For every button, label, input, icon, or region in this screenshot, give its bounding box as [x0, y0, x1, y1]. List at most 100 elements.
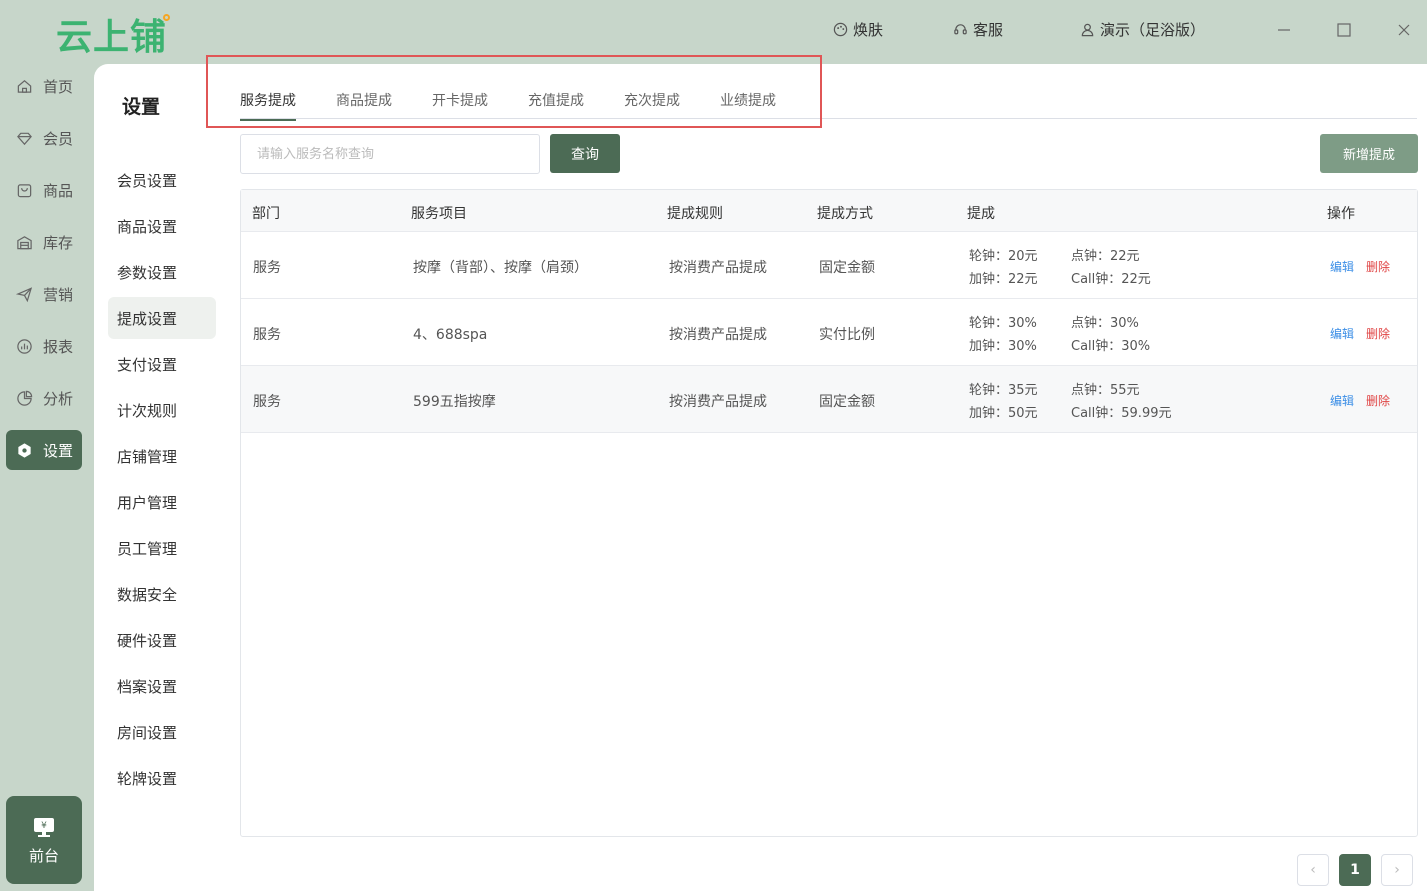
settings-item[interactable]: 用户管理: [108, 481, 216, 523]
nav-item-products[interactable]: 商品: [6, 170, 82, 210]
table-header: 部门 服务项目 提成规则 提成方式 提成 操作: [241, 190, 1417, 232]
maximize-icon: [1337, 23, 1351, 37]
cell-mode: 固定金额: [819, 394, 875, 410]
highlight-box: [206, 55, 822, 128]
settings-item-active[interactable]: 提成设置: [108, 297, 216, 339]
nav-item-marketing[interactable]: 营销: [6, 274, 82, 314]
nav-label: 分析: [43, 389, 74, 408]
nav-label: 首页: [43, 77, 74, 96]
bag-icon: [17, 183, 32, 197]
nav-item-inventory[interactable]: 库存: [6, 222, 82, 262]
gear-icon: [18, 442, 31, 458]
send-icon: [16, 286, 33, 302]
cell-rule: 按消费产品提成: [669, 260, 767, 276]
settings-item[interactable]: 参数设置: [108, 251, 216, 293]
nav-item-reports[interactable]: 报表: [6, 326, 82, 366]
close-icon: [1398, 24, 1410, 36]
cell-commission: 点钟：22元: [1071, 249, 1140, 264]
cell-mode: 实付比例: [819, 327, 875, 343]
nav-label: 报表: [43, 337, 74, 356]
skin-button[interactable]: 焕肤: [833, 19, 883, 40]
nav-label: 设置: [43, 441, 74, 460]
table-row: 服务 4、688spa 按消费产品提成 实付比例 轮钟：30% 点钟：30% 加…: [241, 299, 1417, 366]
edit-link[interactable]: 编辑: [1330, 258, 1354, 275]
minimize-button[interactable]: [1272, 18, 1296, 42]
nav-label: 商品: [43, 181, 74, 200]
palette-icon: [833, 22, 848, 37]
cell-commission: 轮钟：35元: [969, 383, 1038, 398]
logo-dot: [163, 14, 170, 21]
service-label: 客服: [973, 21, 1004, 39]
minimize-icon: [1278, 29, 1290, 31]
edit-link[interactable]: 编辑: [1330, 392, 1354, 409]
close-button[interactable]: [1392, 18, 1416, 42]
cashier-monitor-icon: ¥: [34, 817, 54, 837]
cell-item: 599五指按摩: [413, 394, 496, 410]
settings-item[interactable]: 支付设置: [108, 343, 216, 385]
settings-item[interactable]: 轮牌设置: [108, 757, 216, 799]
user-label: 演示（足浴版）: [1100, 21, 1206, 39]
home-icon: [17, 79, 32, 93]
cell-item: 按摩（背部）、按摩（肩颈）: [413, 260, 588, 276]
add-commission-button[interactable]: 新增提成: [1320, 134, 1418, 173]
app-logo: 云上铺: [56, 17, 168, 58]
cell-commission: 加钟：30%: [969, 339, 1037, 354]
cell-dept: 服务: [253, 327, 281, 343]
skin-label: 焕肤: [853, 21, 884, 39]
settings-item[interactable]: 会员设置: [108, 159, 216, 201]
nav-item-members[interactable]: 会员: [6, 118, 82, 158]
nav-label: 会员: [43, 129, 74, 148]
settings-item[interactable]: 计次规则: [108, 389, 216, 431]
cell-commission: 轮钟：30%: [969, 316, 1037, 331]
prev-page-button[interactable]: ‹: [1297, 854, 1329, 886]
cell-commission: 加钟：22元: [969, 272, 1038, 287]
delete-link[interactable]: 删除: [1366, 258, 1390, 275]
main-nav: 首页 会员 商品 库存 营销 报表 分析 设置 ¥ 前台: [0, 64, 94, 891]
delete-link[interactable]: 删除: [1366, 392, 1390, 409]
diamond-icon: [17, 132, 32, 145]
settings-item[interactable]: 档案设置: [108, 665, 216, 707]
edit-link[interactable]: 编辑: [1330, 325, 1354, 342]
settings-item[interactable]: 员工管理: [108, 527, 216, 569]
header-mode: 提成方式: [817, 206, 873, 222]
maximize-button[interactable]: [1332, 18, 1356, 42]
next-page-button[interactable]: ›: [1381, 854, 1413, 886]
cell-commission: Call钟：59.99元: [1071, 406, 1172, 421]
header-commission: 提成: [967, 206, 995, 222]
header-dept: 部门: [252, 206, 280, 222]
settings-item[interactable]: 店铺管理: [108, 435, 216, 477]
cell-item: 4、688spa: [413, 327, 488, 343]
cell-commission: 加钟：50元: [969, 406, 1038, 421]
cell-commission: 轮钟：20元: [969, 249, 1038, 264]
front-desk-button[interactable]: ¥ 前台: [6, 796, 82, 884]
nav-item-analysis[interactable]: 分析: [6, 378, 82, 418]
table-row: 服务 599五指按摩 按消费产品提成 固定金额 轮钟：35元 点钟：55元 加钟…: [241, 366, 1417, 433]
user-icon: [1081, 23, 1094, 37]
service-button[interactable]: 客服: [953, 19, 1003, 40]
nav-item-settings[interactable]: 设置: [6, 430, 82, 470]
cell-mode: 固定金额: [819, 260, 875, 276]
commission-table: 部门 服务项目 提成规则 提成方式 提成 操作 服务 按摩（背部）、按摩（肩颈）…: [240, 189, 1418, 837]
main-panel: 设置 会员设置 商品设置 参数设置 提成设置 支付设置 计次规则 店铺管理 用户…: [94, 55, 1427, 891]
nav-item-home[interactable]: 首页: [6, 66, 82, 106]
warehouse-icon: [17, 235, 32, 249]
cell-commission: 点钟：30%: [1071, 316, 1139, 331]
query-button[interactable]: 查询: [550, 134, 620, 173]
cell-dept: 服务: [253, 394, 281, 410]
delete-link[interactable]: 删除: [1366, 325, 1390, 342]
cell-commission: Call钟：30%: [1071, 339, 1151, 354]
header-item: 服务项目: [411, 206, 467, 222]
cell-dept: 服务: [253, 260, 281, 276]
settings-item[interactable]: 硬件设置: [108, 619, 216, 661]
settings-item[interactable]: 数据安全: [108, 573, 216, 615]
search-input[interactable]: [240, 134, 540, 174]
table-row: 服务 按摩（背部）、按摩（肩颈） 按消费产品提成 固定金额 轮钟：20元 点钟：…: [241, 232, 1417, 299]
settings-item[interactable]: 商品设置: [108, 205, 216, 247]
header-rule: 提成规则: [667, 206, 723, 222]
user-menu[interactable]: 演示（足浴版）: [1080, 19, 1205, 40]
front-desk-label: 前台: [28, 846, 59, 865]
chart-icon: [17, 338, 32, 354]
page-number-button[interactable]: 1: [1339, 854, 1371, 886]
settings-item[interactable]: 房间设置: [108, 711, 216, 753]
pie-icon: [17, 390, 33, 406]
